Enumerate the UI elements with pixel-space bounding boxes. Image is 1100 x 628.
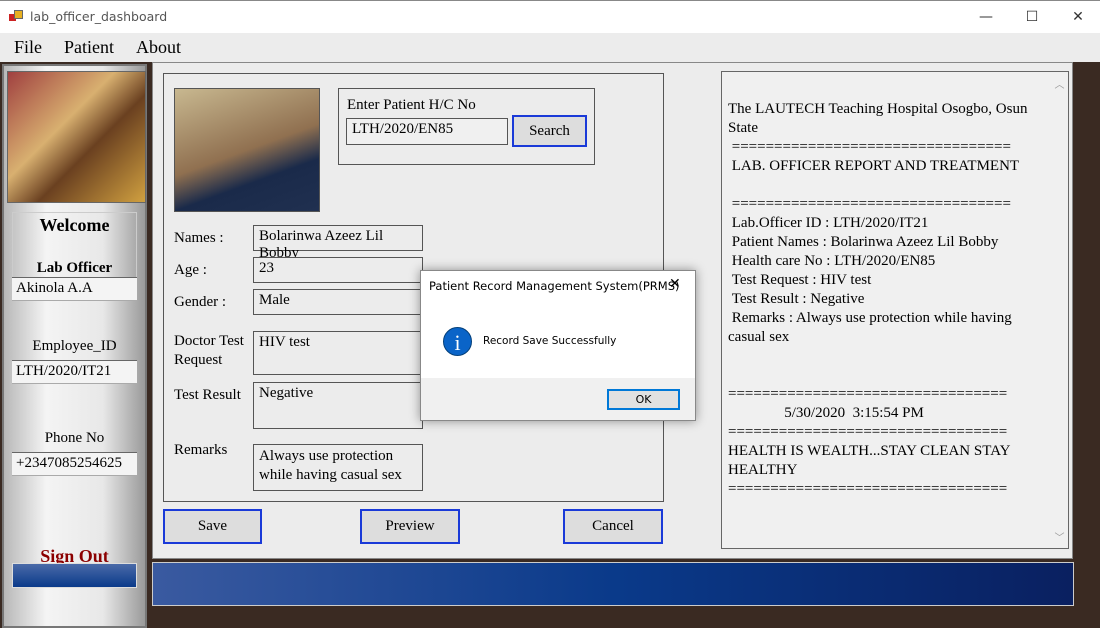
employee-id: LTH/2020/IT21 xyxy=(12,360,137,384)
window-title: lab_officer_dashboard xyxy=(30,9,168,24)
save-button[interactable]: Save xyxy=(163,509,262,544)
test-request-field[interactable]: HIV test xyxy=(253,331,423,375)
report-textbox[interactable]: The LAUTECH Teaching Hospital Osogbo, Os… xyxy=(721,71,1069,549)
dialog-close-button[interactable]: ✕ xyxy=(669,276,681,292)
menu-about[interactable]: About xyxy=(136,37,181,58)
role-label: Lab Officer xyxy=(36,260,113,276)
close-button[interactable]: ✕ xyxy=(1055,4,1100,30)
preview-button[interactable]: Preview xyxy=(360,509,460,544)
scroll-down-icon[interactable]: ﹀ xyxy=(1051,529,1068,544)
sidebar-band xyxy=(12,563,137,588)
footer-band xyxy=(152,562,1074,606)
info-icon: i xyxy=(443,327,472,356)
app-icon xyxy=(9,10,23,24)
dialog-footer: OK xyxy=(421,378,695,420)
test-request-label: Doctor Test Request xyxy=(174,333,244,368)
phone: +2347085254625 xyxy=(12,452,137,476)
names-field[interactable]: Bolarinwa Azeez Lil Bobby xyxy=(253,225,423,261)
ok-button[interactable]: OK xyxy=(607,389,680,410)
hc-number-input[interactable]: LTH/2020/EN85 xyxy=(346,118,508,145)
search-button[interactable]: Search xyxy=(512,115,587,147)
gender-label: Gender : xyxy=(174,294,227,310)
cancel-button[interactable]: Cancel xyxy=(563,509,663,544)
menu-bar: File Patient About xyxy=(0,33,1100,62)
age-field[interactable]: 23 xyxy=(253,257,423,283)
officer-photo xyxy=(7,71,146,203)
age-label: Age : xyxy=(174,262,207,278)
message-dialog: Patient Record Management System(PRMS) ✕… xyxy=(420,270,696,421)
report-text: The LAUTECH Teaching Hospital Osogbo, Os… xyxy=(728,101,1028,497)
search-label: Enter Patient H/C No xyxy=(347,97,476,113)
maximize-button[interactable]: ☐ xyxy=(1009,4,1055,30)
menu-file[interactable]: File xyxy=(14,37,42,58)
sidebar: Welcome Lab Officer Akinola A.A Employee… xyxy=(2,64,147,628)
remarks-field[interactable]: Always use protection while having casua… xyxy=(253,444,423,491)
menu-patient[interactable]: Patient xyxy=(64,37,114,58)
minimize-button[interactable]: — xyxy=(963,4,1009,30)
employee-id-label: Employee_ID xyxy=(32,338,117,354)
test-result-label: Test Result xyxy=(174,387,241,403)
names-label: Names : xyxy=(174,230,224,246)
welcome-label: Welcome xyxy=(39,215,110,235)
search-group: Enter Patient H/C No LTH/2020/EN85 Searc… xyxy=(338,88,595,165)
title-bar: lab_officer_dashboard — ☐ ✕ xyxy=(0,0,1100,33)
report-scrollbar[interactable]: ︿ ﹀ xyxy=(1051,72,1068,548)
dialog-message: Record Save Successfully xyxy=(483,335,617,347)
scroll-up-icon[interactable]: ︿ xyxy=(1051,76,1068,91)
officer-name: Akinola A.A xyxy=(12,277,137,301)
patient-photo xyxy=(174,88,320,212)
phone-label: Phone No xyxy=(44,430,105,446)
remarks-label: Remarks xyxy=(174,442,228,458)
test-result-field[interactable]: Negative xyxy=(253,382,423,429)
dialog-title: Patient Record Management System(PRMS) xyxy=(429,279,680,293)
gender-field[interactable]: Male xyxy=(253,289,423,315)
